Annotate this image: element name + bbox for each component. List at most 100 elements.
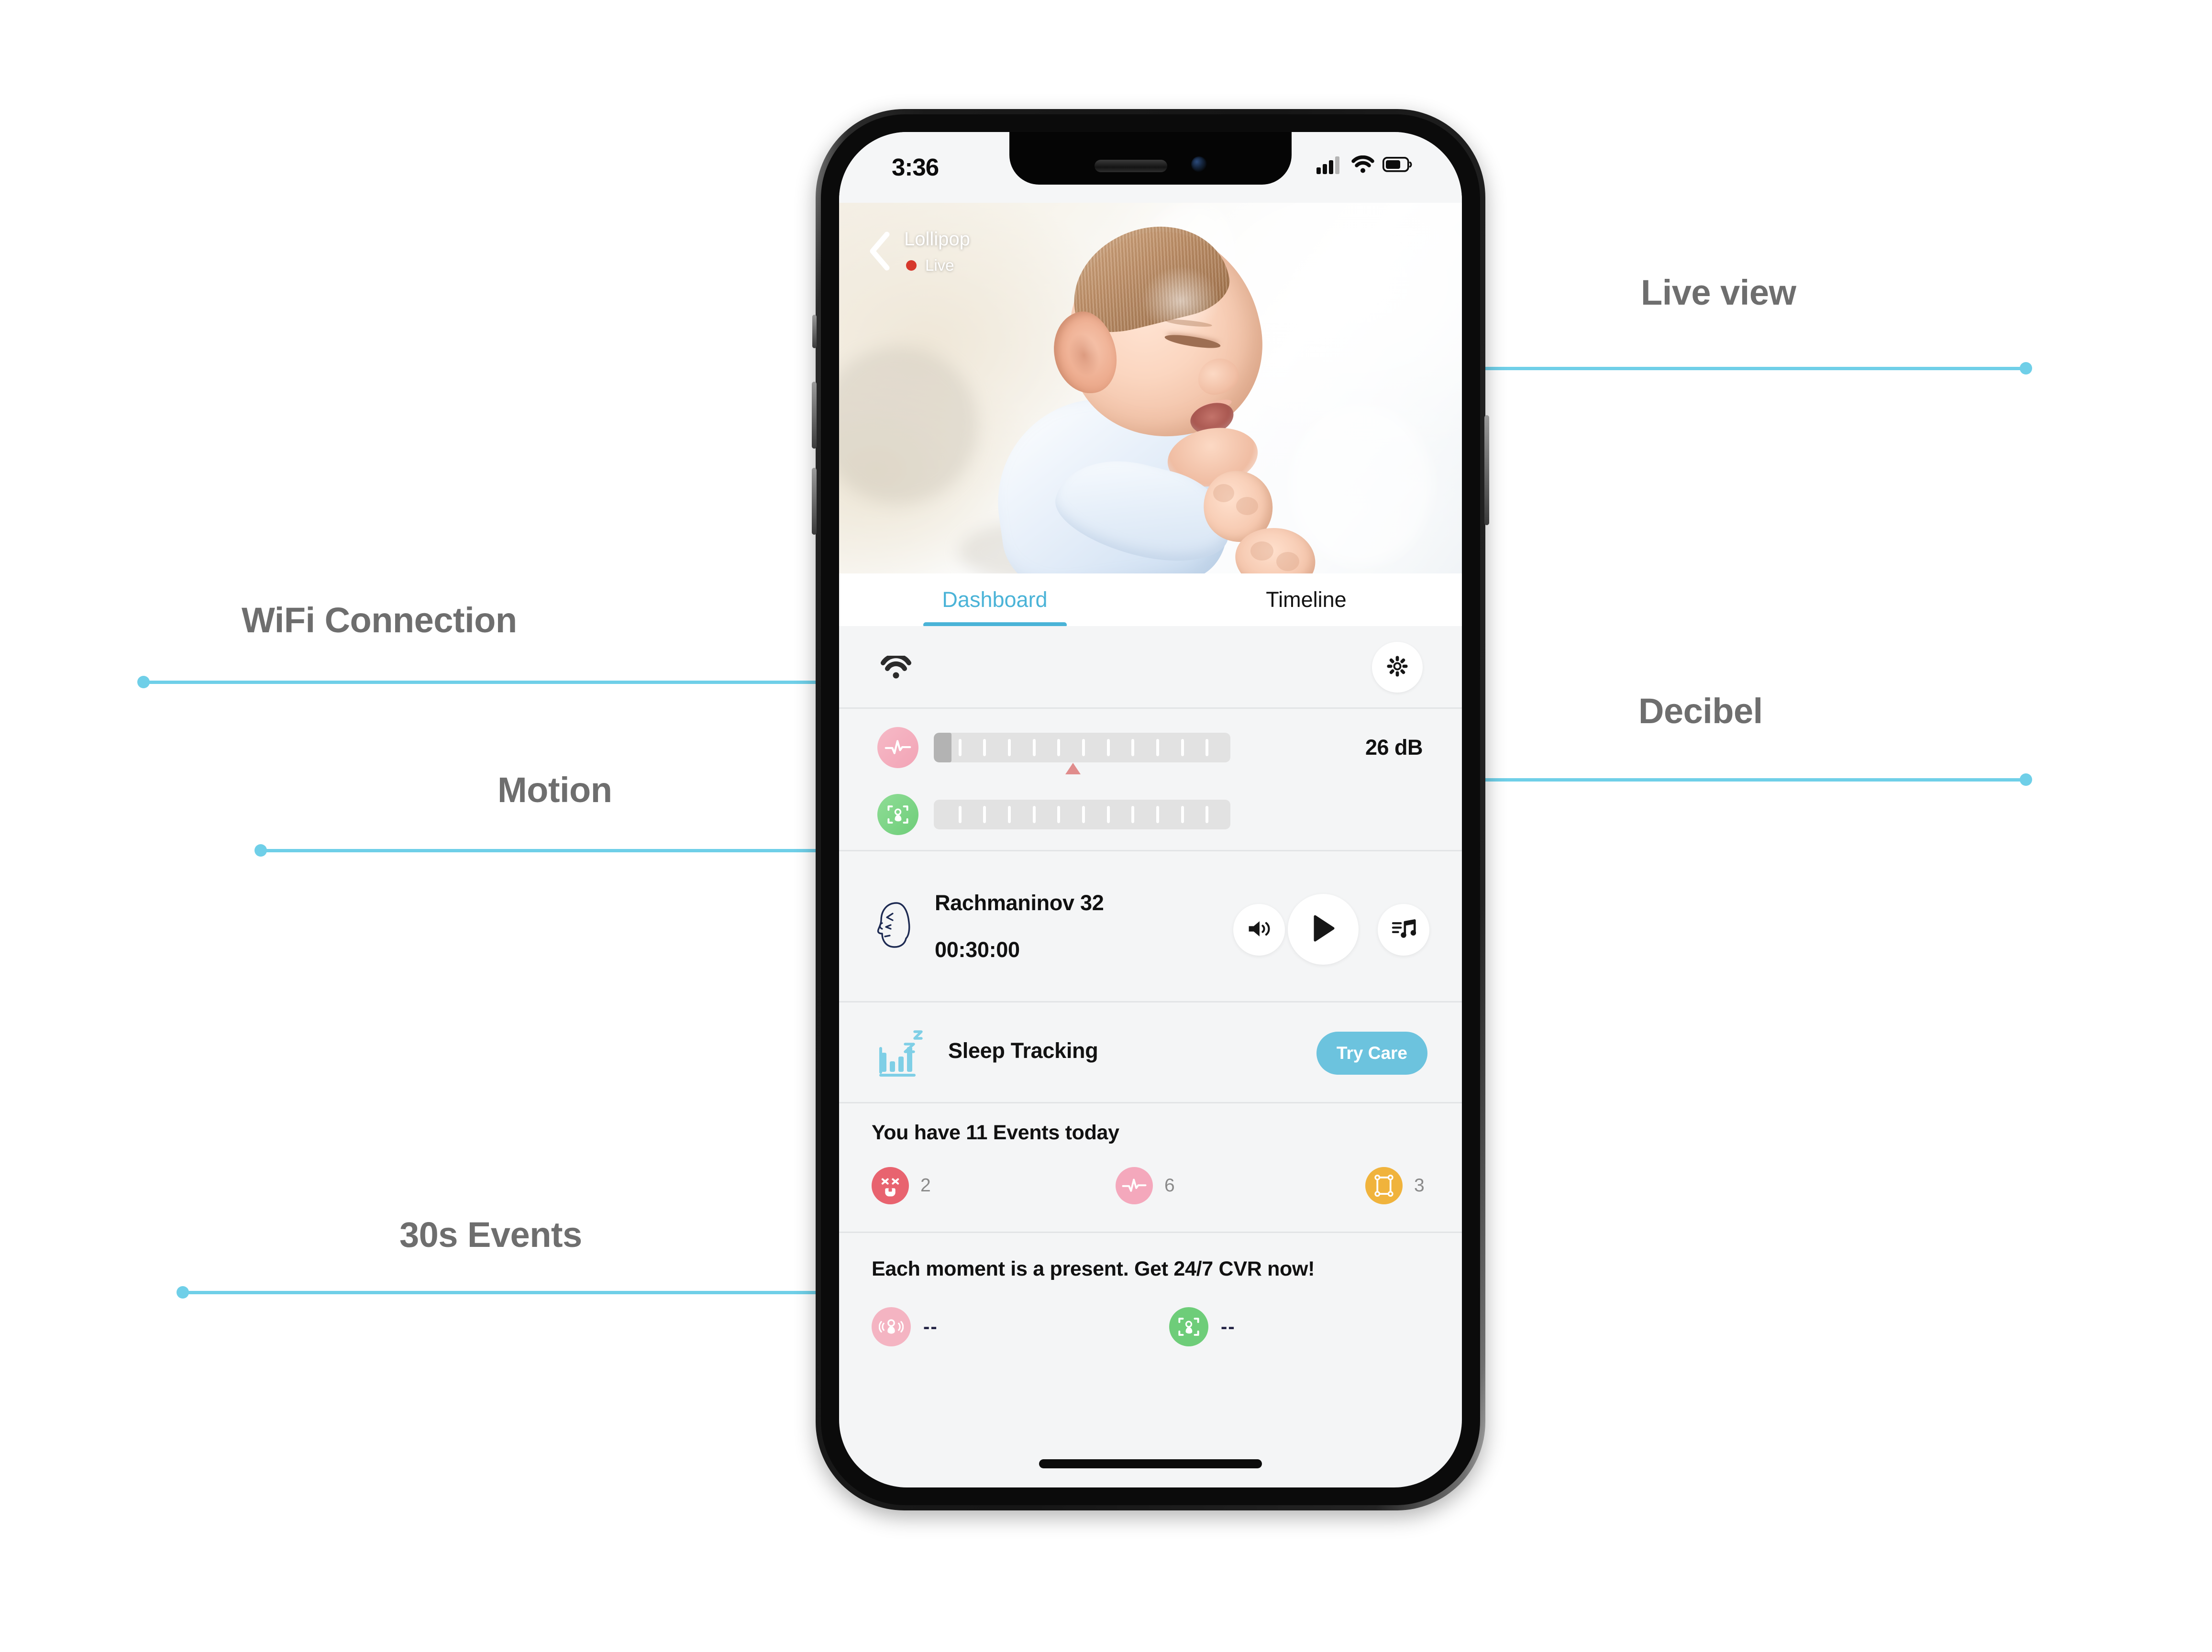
crying-face-icon [872, 1167, 909, 1204]
section-divider [839, 1102, 1462, 1103]
speaker-icon [1246, 918, 1272, 942]
phone-mockup: Lollipop Live 3:36 Dashboard Timeline 26… [812, 109, 1489, 1510]
live-label: Live [925, 256, 954, 274]
event-item-sound[interactable]: 6 [1116, 1167, 1175, 1204]
volume-up-button[interactable] [812, 382, 817, 449]
meter-tick [1106, 806, 1110, 823]
meter-tick [1057, 739, 1061, 756]
baby-knuckle [1213, 484, 1234, 502]
section-divider [839, 850, 1462, 851]
meter-tick [1008, 739, 1011, 756]
meter-tick [1032, 739, 1036, 756]
meter-tick [1131, 806, 1135, 823]
play-button[interactable] [1288, 894, 1359, 965]
leader-end-wifi [137, 676, 150, 688]
meter-tick [1206, 739, 1209, 756]
decibel-value: 26 dB [1365, 735, 1423, 760]
meter-tick [1082, 739, 1085, 756]
leader-end-motion [254, 844, 267, 857]
motion-meter-row [839, 791, 1462, 838]
events-title: You have 11 Events today [872, 1121, 1119, 1144]
meter-tick [983, 806, 986, 823]
power-button[interactable] [1484, 415, 1489, 525]
settings-button[interactable] [1372, 642, 1423, 693]
leader-line-wifi [144, 681, 871, 684]
tab-dashboard[interactable]: Dashboard [839, 573, 1150, 628]
meter-tick [1156, 739, 1159, 756]
back-chevron-icon[interactable] [867, 231, 892, 271]
leader-line-motion [261, 849, 871, 852]
annotation-label-wifi-connection: WiFi Connection [242, 600, 517, 640]
volume-down-button[interactable] [812, 468, 817, 535]
event-count-sound: 6 [1164, 1175, 1175, 1196]
sound-wave-icon [1116, 1167, 1153, 1204]
gear-icon [1386, 655, 1409, 680]
battery-icon [1382, 156, 1412, 175]
music-track-time: 00:30:00 [935, 937, 1020, 962]
composer-face-icon [874, 899, 915, 954]
status-indicators [1316, 155, 1412, 176]
cvr-value-cry: -- [923, 1316, 938, 1337]
sleep-tracking-label: Sleep Tracking [948, 1038, 1098, 1063]
live-view-panel[interactable]: Lollipop Live [839, 203, 1462, 573]
baby-knuckle [1236, 497, 1258, 515]
status-time: 3:36 [892, 154, 939, 181]
events-section: You have 11 Events today 2 6 3 [839, 1105, 1462, 1233]
cvr-value-motion: -- [1221, 1316, 1236, 1337]
cvr-item-cry-detect[interactable]: -- [872, 1307, 938, 1346]
wifi-icon[interactable] [881, 653, 911, 682]
status-settings-row [839, 626, 1462, 709]
meter-tick [1156, 806, 1159, 823]
sound-threshold-marker[interactable] [1065, 763, 1081, 774]
leader-line-live-view [1478, 367, 2028, 370]
wifi-icon [1351, 155, 1374, 176]
motion-level-meter [934, 800, 1230, 829]
sound-meter-fill [934, 733, 952, 762]
live-record-dot-icon [906, 260, 917, 271]
leader-line-decibel [1478, 778, 2028, 782]
cvr-promo-section: Each moment is a present. Get 24/7 CVR n… [839, 1234, 1462, 1383]
meter-tick [1206, 806, 1209, 823]
meter-tick [1057, 806, 1061, 823]
live-status: Live [906, 256, 954, 275]
front-camera [1191, 156, 1207, 172]
cvr-item-motion-detect[interactable]: -- [1169, 1307, 1236, 1346]
sound-level-meter [934, 733, 1230, 762]
baby-knuckle [1250, 541, 1273, 561]
music-player-row: Rachmaninov 32 00:30:00 [839, 853, 1462, 1002]
silence-switch[interactable] [812, 315, 817, 348]
meter-tick [1106, 739, 1110, 756]
baby-motion-icon [877, 794, 918, 835]
event-count-crying: 2 [920, 1175, 931, 1196]
tab-dashboard-label: Dashboard [942, 587, 1048, 612]
tab-timeline[interactable]: Timeline [1150, 573, 1462, 626]
live-view-header: Lollipop Live [839, 203, 1462, 298]
meter-tick [1181, 739, 1184, 756]
meter-tick [958, 739, 962, 756]
meter-tick [958, 806, 962, 823]
home-indicator[interactable] [1039, 1459, 1262, 1468]
section-divider [839, 1232, 1462, 1233]
playlist-button[interactable] [1378, 904, 1429, 956]
earpiece-speaker [1094, 160, 1167, 172]
meter-tick [1181, 806, 1184, 823]
event-item-crying[interactable]: 2 [872, 1167, 931, 1204]
sleep-tracking-row[interactable]: Sleep Tracking Try Care [839, 1004, 1462, 1103]
meter-tick [1131, 739, 1135, 756]
sound-meter-row: 26 dB [839, 724, 1462, 774]
section-divider [839, 707, 1462, 709]
annotation-label-30s-events: 30s Events [399, 1215, 582, 1255]
meter-tick [1008, 806, 1011, 823]
cvr-promo-title: Each moment is a present. Get 24/7 CVR n… [872, 1257, 1315, 1280]
leader-end-live-view [2020, 362, 2032, 374]
try-care-button[interactable]: Try Care [1316, 1032, 1427, 1075]
tab-bar: Dashboard Timeline [839, 573, 1462, 628]
try-care-label: Try Care [1336, 1043, 1407, 1063]
section-divider [839, 1001, 1462, 1002]
volume-button[interactable] [1233, 904, 1285, 956]
leader-end-events [177, 1286, 189, 1299]
event-item-rollover[interactable]: 3 [1365, 1167, 1425, 1204]
sensor-meters-section: 26 dB [839, 710, 1462, 851]
meter-tick [983, 739, 986, 756]
play-icon [1310, 914, 1336, 945]
